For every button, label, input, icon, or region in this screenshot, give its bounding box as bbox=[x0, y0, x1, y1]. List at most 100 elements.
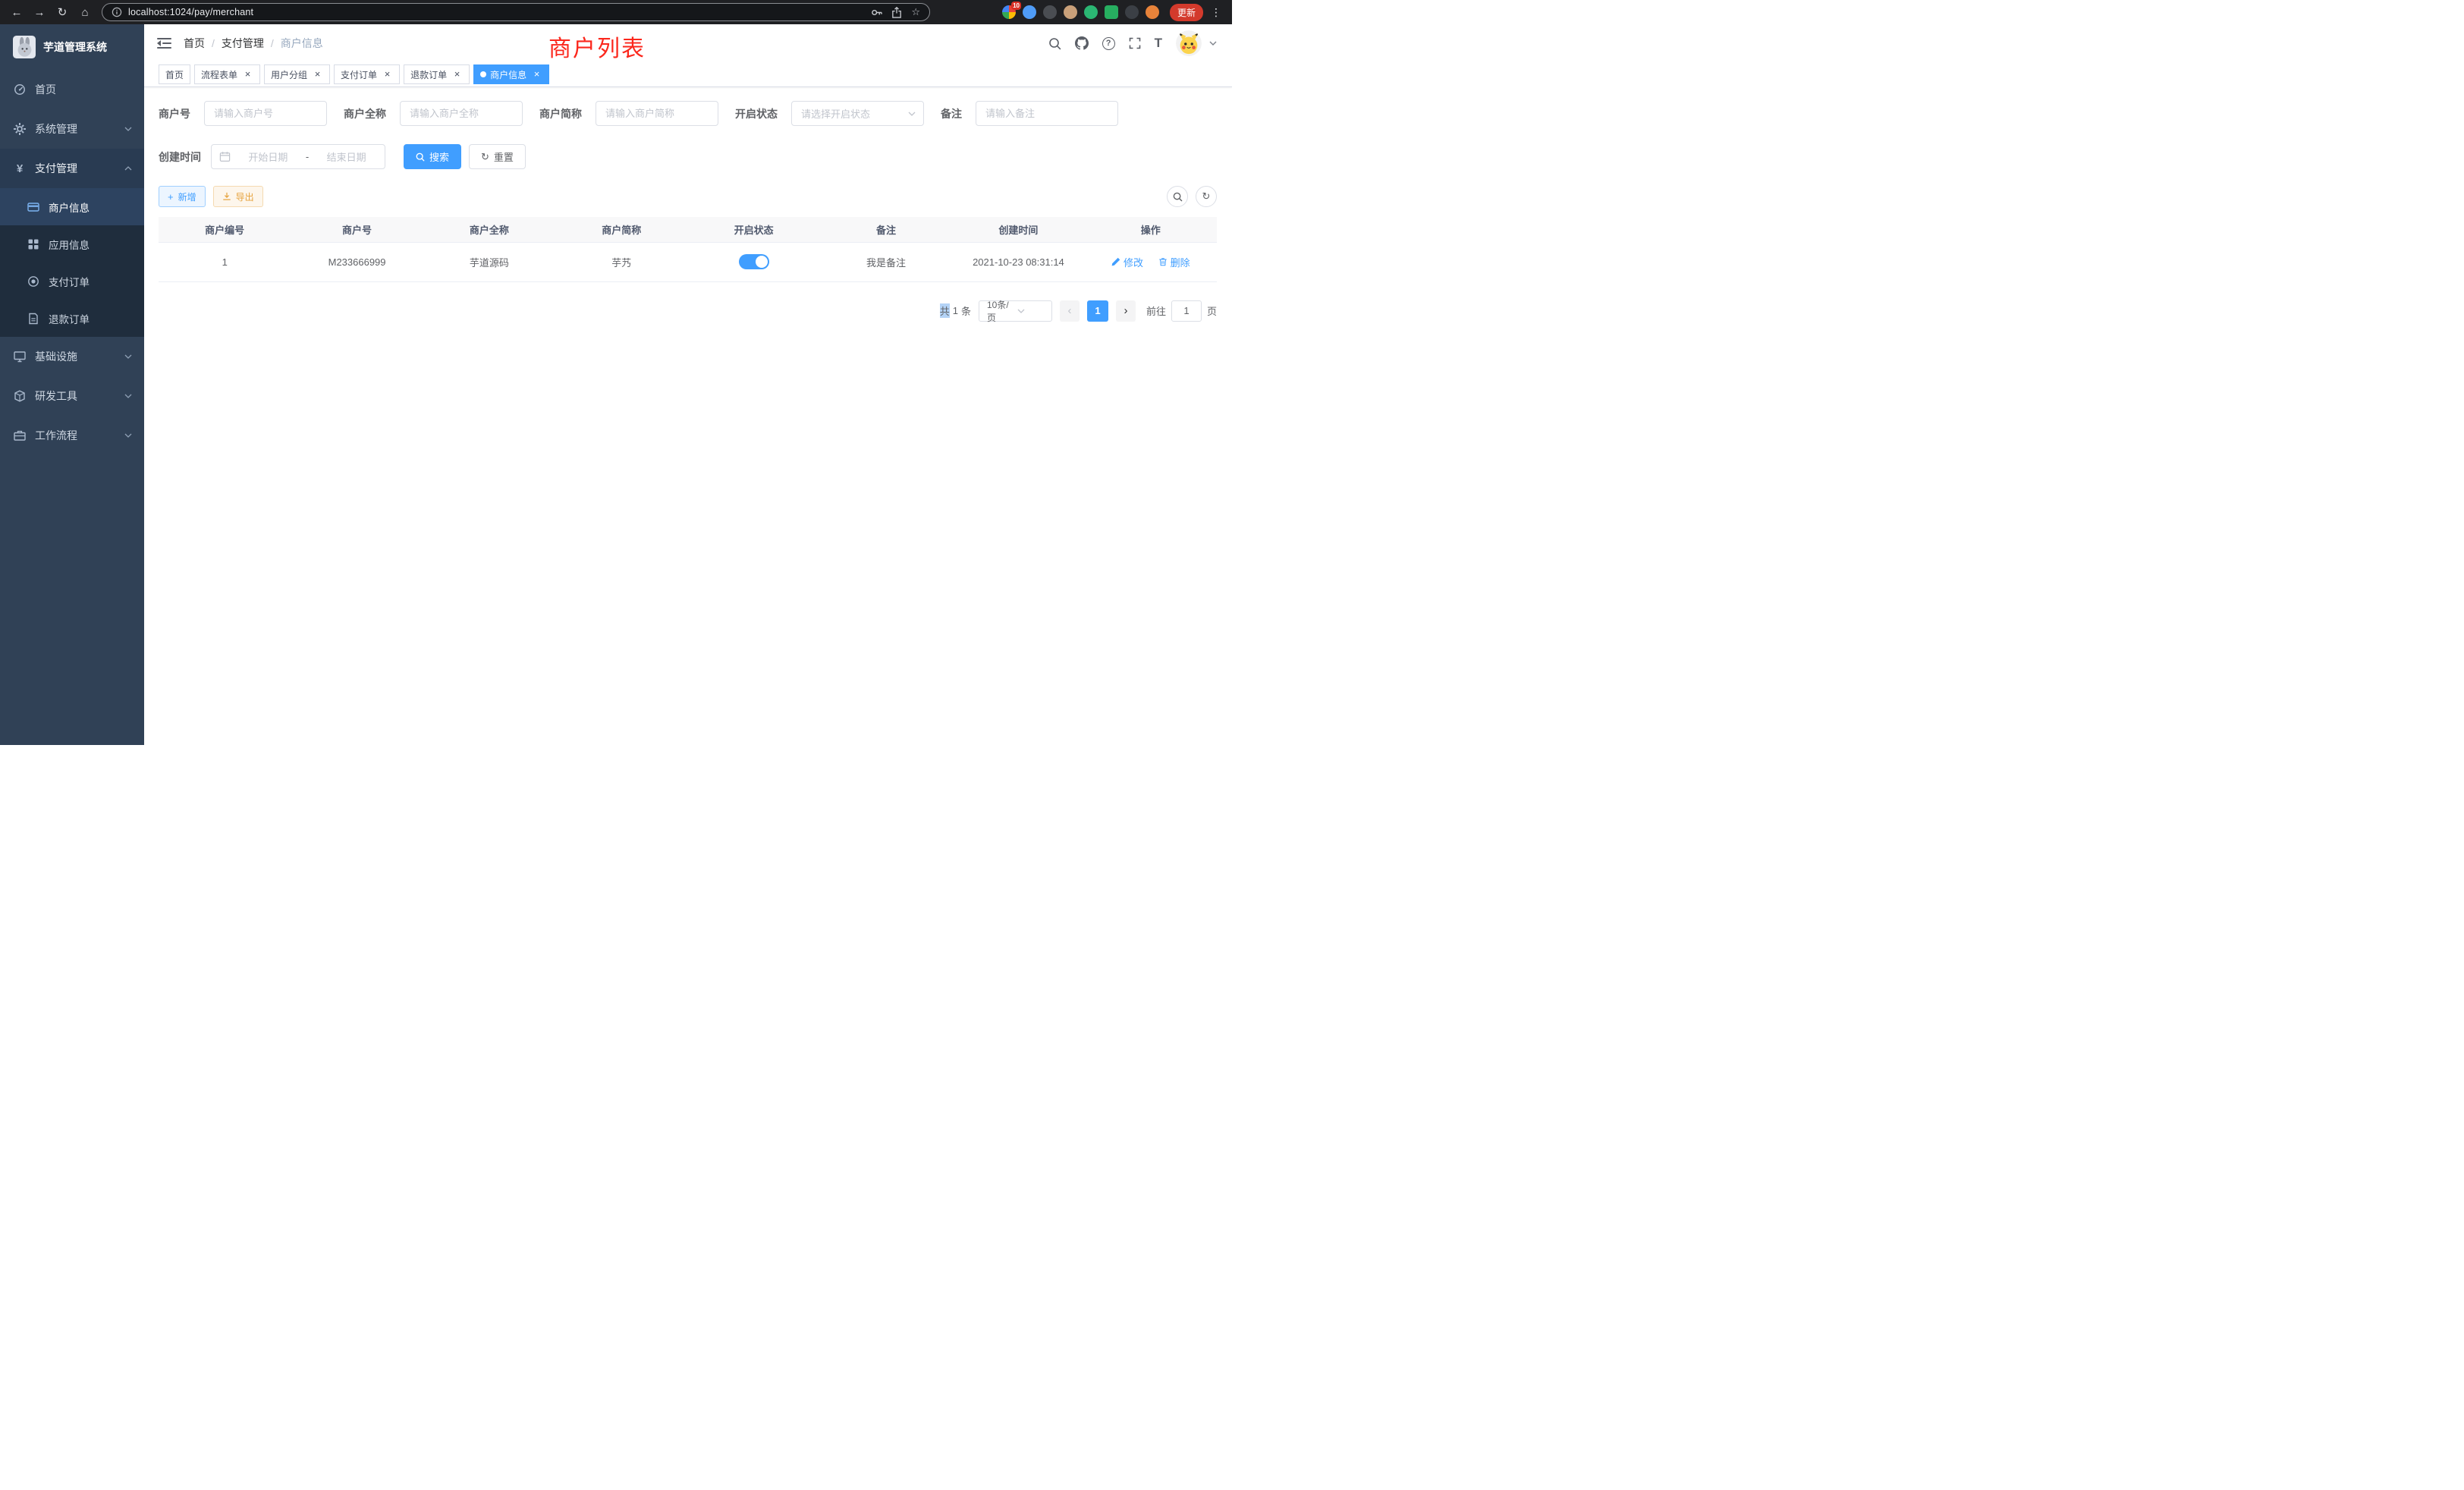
sidebar-item-merchant-info[interactable]: 商户信息 bbox=[0, 188, 144, 225]
cell-merchant-no: M233666999 bbox=[291, 242, 423, 281]
extension-drop-icon[interactable] bbox=[1023, 5, 1036, 19]
font-size-icon[interactable]: T bbox=[1155, 36, 1162, 51]
sidebar-item-label: 支付订单 bbox=[49, 274, 90, 289]
tag-home[interactable]: 首页 bbox=[159, 64, 190, 84]
refresh-table-button[interactable]: ↻ bbox=[1196, 186, 1217, 207]
search-icon[interactable] bbox=[1048, 37, 1061, 50]
user-avatar[interactable] bbox=[1176, 30, 1202, 56]
tag-merchant-info[interactable]: 商户信息× bbox=[473, 64, 549, 84]
merchant-no-input[interactable] bbox=[204, 101, 327, 126]
page-size-select[interactable]: 10条/页 bbox=[979, 300, 1052, 322]
pencil-icon bbox=[1111, 257, 1120, 266]
site-info-icon[interactable] bbox=[112, 7, 122, 17]
sidebar-item-home[interactable]: 首页 bbox=[0, 70, 144, 109]
short-name-input[interactable] bbox=[596, 101, 718, 126]
close-icon[interactable]: × bbox=[242, 69, 253, 80]
tag-process-form[interactable]: 流程表单 × bbox=[194, 64, 260, 84]
extension-green-square-icon[interactable] bbox=[1105, 5, 1118, 19]
breadcrumb: 首页 / 支付管理 / 商户信息 bbox=[184, 36, 323, 51]
field-label: 创建时间 bbox=[159, 149, 201, 165]
close-icon[interactable]: × bbox=[382, 69, 393, 80]
edit-link[interactable]: 修改 bbox=[1111, 255, 1143, 269]
sidebar-item-dev-tools[interactable]: 研发工具 bbox=[0, 376, 144, 416]
caret-down-icon[interactable] bbox=[1209, 41, 1217, 46]
reset-button[interactable]: ↻ 重置 bbox=[469, 144, 526, 169]
column-header: 商户简称 bbox=[555, 217, 687, 242]
browser-menu-icon[interactable]: ⋮ bbox=[1211, 6, 1221, 19]
export-button[interactable]: 导出 bbox=[213, 186, 263, 207]
bookmark-star-icon[interactable]: ☆ bbox=[911, 6, 920, 18]
extension-dark-circle-icon[interactable] bbox=[1043, 5, 1057, 19]
browser-update-button[interactable]: 更新 bbox=[1170, 4, 1203, 21]
tag-user-group[interactable]: 用户分组× bbox=[264, 64, 330, 84]
current-page-button[interactable]: 1 bbox=[1087, 300, 1108, 322]
tag-payment-orders[interactable]: 支付订单× bbox=[334, 64, 400, 84]
sidebar-item-infrastructure[interactable]: 基础设施 bbox=[0, 337, 144, 376]
sidebar-item-app-info[interactable]: 应用信息 bbox=[0, 225, 144, 262]
refresh-icon: ↻ bbox=[481, 151, 489, 163]
hamburger-icon[interactable] bbox=[157, 37, 171, 49]
total-count: 1 bbox=[953, 305, 958, 316]
sidebar-item-workflow[interactable]: 工作流程 bbox=[0, 416, 144, 455]
share-icon[interactable] bbox=[891, 7, 902, 18]
sidebar-item-label: 基础设施 bbox=[35, 349, 77, 364]
search-button[interactable]: 搜索 bbox=[404, 144, 461, 169]
pagination-total: 共 1 条 bbox=[940, 303, 971, 318]
extension-knot-icon[interactable] bbox=[1125, 5, 1139, 19]
extension-avatar-icon[interactable] bbox=[1064, 5, 1077, 19]
field-label: 商户号 bbox=[159, 106, 190, 121]
home-icon[interactable]: ⌂ bbox=[76, 3, 94, 21]
address-bar[interactable]: localhost:1024/pay/merchant ☆ bbox=[102, 3, 930, 21]
breadcrumb-home[interactable]: 首页 bbox=[184, 36, 205, 51]
goto-page-input[interactable] bbox=[1171, 300, 1202, 322]
calendar-icon bbox=[219, 151, 231, 162]
sidebar-item-refund-orders[interactable]: 退款订单 bbox=[0, 300, 144, 337]
forward-icon[interactable]: → bbox=[30, 3, 49, 21]
close-icon[interactable]: × bbox=[312, 69, 323, 80]
navbar-actions: ? T bbox=[1048, 30, 1217, 56]
sidebar-item-payment-orders[interactable]: 支付订单 bbox=[0, 262, 144, 300]
fullscreen-icon[interactable] bbox=[1129, 37, 1141, 49]
github-icon[interactable] bbox=[1075, 36, 1089, 50]
status-switch[interactable] bbox=[739, 254, 769, 269]
password-key-icon[interactable] bbox=[871, 7, 882, 18]
help-icon[interactable]: ? bbox=[1102, 37, 1115, 50]
toggle-search-button[interactable] bbox=[1167, 186, 1188, 207]
cell-actions: 修改 删除 bbox=[1085, 242, 1217, 281]
monitor-icon bbox=[14, 350, 26, 363]
sidebar-item-label: 工作流程 bbox=[35, 428, 77, 443]
close-icon[interactable]: × bbox=[531, 69, 542, 80]
browser-chrome: ← → ↻ ⌂ localhost:1024/pay/merchant ☆ 10 bbox=[0, 0, 1232, 24]
app-logo[interactable]: 芋道管理系统 bbox=[0, 24, 144, 70]
reload-icon[interactable]: ↻ bbox=[53, 3, 71, 21]
next-page-button[interactable]: › bbox=[1116, 300, 1136, 322]
chevron-up-icon bbox=[124, 166, 132, 171]
top-navbar: 首页 / 支付管理 / 商户信息 商户列表 ? bbox=[144, 24, 1232, 62]
full-name-input[interactable] bbox=[400, 101, 523, 126]
date-range-picker[interactable]: 开始日期 - 结束日期 bbox=[211, 144, 385, 169]
status-select[interactable]: 请选择开启状态 bbox=[791, 101, 924, 126]
sidebar-item-system[interactable]: 系统管理 bbox=[0, 109, 144, 149]
sidebar-item-label: 研发工具 bbox=[35, 388, 77, 404]
tag-label: 流程表单 bbox=[201, 68, 237, 81]
tag-refund-orders[interactable]: 退款订单× bbox=[404, 64, 470, 84]
chevron-down-icon bbox=[124, 127, 132, 131]
extension-colorful-icon[interactable]: 10 bbox=[1002, 5, 1016, 19]
add-button[interactable]: + 新增 bbox=[159, 186, 206, 207]
back-icon[interactable]: ← bbox=[8, 3, 26, 21]
extension-green-circle-icon[interactable] bbox=[1084, 5, 1098, 19]
create-time-field: 创建时间 开始日期 - 结束日期 bbox=[159, 144, 385, 169]
sidebar-item-payment[interactable]: ¥ 支付管理 bbox=[0, 149, 144, 188]
breadcrumb-payment[interactable]: 支付管理 bbox=[222, 36, 264, 51]
payment-submenu: 商户信息 应用信息 支付订单 bbox=[0, 188, 144, 337]
prev-page-button[interactable]: ‹ bbox=[1060, 300, 1080, 322]
column-header: 商户号 bbox=[291, 217, 423, 242]
merchant-no-field: 商户号 bbox=[159, 101, 327, 126]
remark-input[interactable] bbox=[976, 101, 1118, 126]
sidebar-item-label: 首页 bbox=[35, 82, 56, 97]
field-label: 备注 bbox=[941, 106, 962, 121]
delete-link[interactable]: 删除 bbox=[1158, 255, 1190, 269]
profile-avatar-icon[interactable] bbox=[1146, 5, 1159, 19]
column-header: 创建时间 bbox=[952, 217, 1084, 242]
close-icon[interactable]: × bbox=[451, 69, 463, 80]
